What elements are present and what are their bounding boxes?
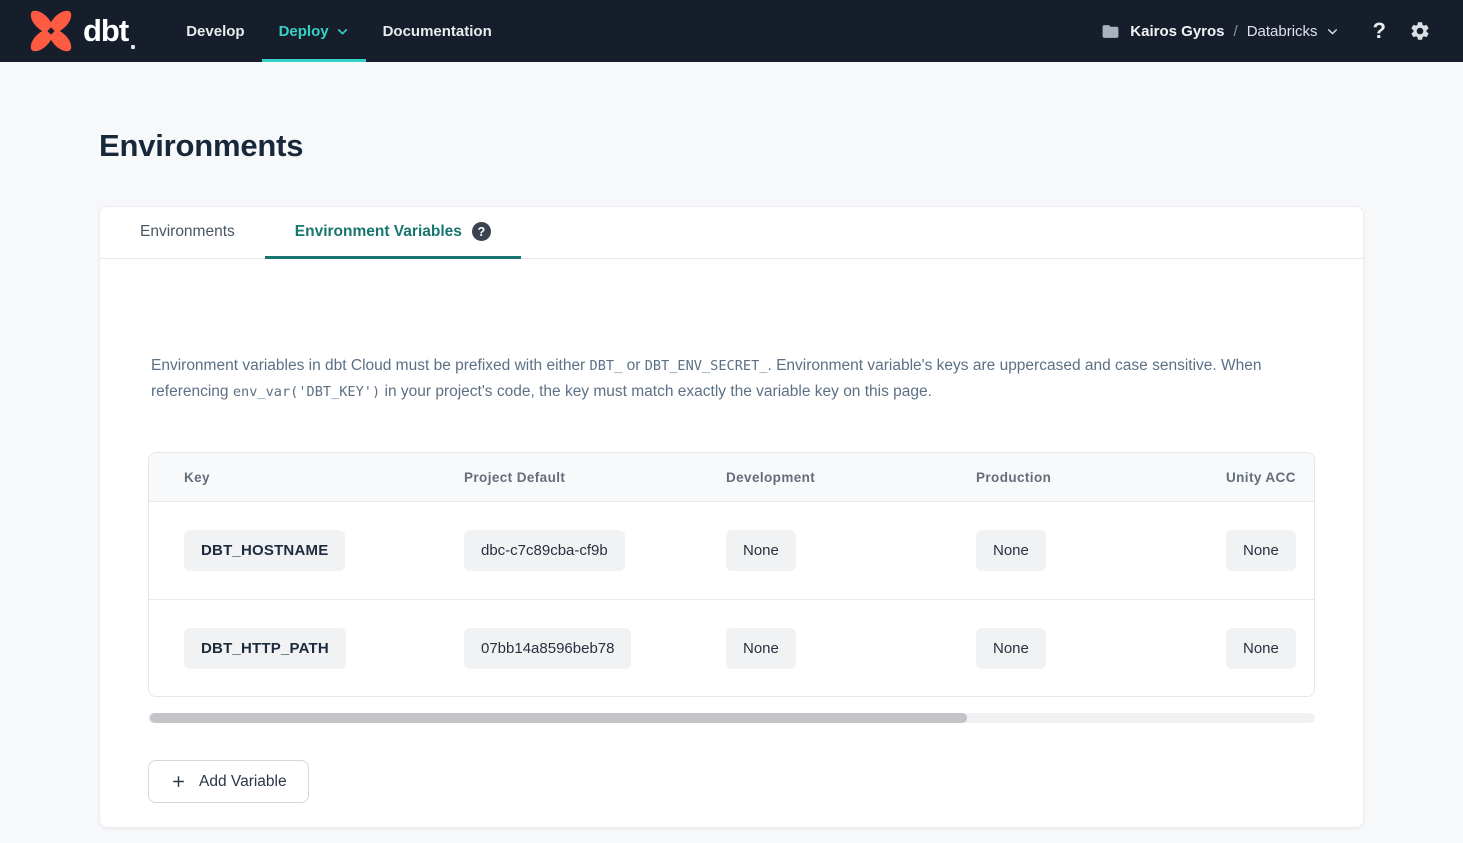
project-switcher[interactable]: Kairos Gyros / Databricks: [1101, 22, 1338, 41]
main-content: Environments Environments Environment Va…: [99, 128, 1364, 828]
development-value-chip[interactable]: None: [726, 530, 796, 571]
folder-icon: [1101, 22, 1120, 41]
project-separator: /: [1234, 23, 1238, 40]
variable-key-chip: DBT_HOSTNAME: [184, 530, 345, 571]
environments-card: Environments Environment Variables ? Env…: [99, 206, 1364, 828]
description-text: Environment variables in dbt Cloud must …: [151, 357, 590, 374]
top-navbar: dbt Develop Deploy Documentation Kairos …: [0, 0, 1463, 62]
development-value-chip[interactable]: None: [726, 628, 796, 669]
production-value-chip[interactable]: None: [976, 628, 1046, 669]
tab-environment-variables[interactable]: Environment Variables ?: [265, 207, 521, 259]
unity-acc-value-chip[interactable]: None: [1226, 530, 1296, 571]
horizontal-scrollbar-thumb[interactable]: [150, 713, 967, 723]
question-circle-icon[interactable]: ?: [472, 222, 491, 241]
tab-content: Environment variables in dbt Cloud must …: [100, 353, 1363, 803]
column-header-key: Key: [184, 470, 464, 485]
plus-icon: [170, 773, 187, 790]
chevron-down-icon: [1326, 25, 1339, 38]
variable-key-chip: DBT_HTTP_PATH: [184, 628, 346, 669]
table-row: DBT_HOSTNAME dbc-c7c89cba-cf9b None None…: [149, 502, 1314, 599]
column-header-project-default: Project Default: [464, 470, 726, 485]
nav-item-deploy[interactable]: Deploy: [262, 0, 366, 62]
table-row: DBT_HTTP_PATH 07bb14a8596beb78 None None…: [149, 599, 1314, 696]
nav-item-documentation[interactable]: Documentation: [366, 0, 509, 62]
help-icon[interactable]: ?: [1373, 20, 1386, 42]
column-header-production: Production: [976, 470, 1226, 485]
environment-variables-table: Key Project Default Development Producti…: [148, 452, 1315, 697]
connection-name: Databricks: [1247, 23, 1318, 40]
column-header-unity-acc: Unity ACC: [1226, 470, 1315, 485]
tab-environments-label: Environments: [140, 223, 235, 241]
main-nav: Develop Deploy Documentation: [169, 0, 509, 62]
nav-item-documentation-label: Documentation: [383, 23, 492, 40]
project-name: Kairos Gyros: [1130, 23, 1224, 40]
unity-acc-value-chip[interactable]: None: [1226, 628, 1296, 669]
production-value-chip[interactable]: None: [976, 530, 1046, 571]
dbt-logo[interactable]: dbt: [28, 0, 135, 62]
add-variable-label: Add Variable: [199, 773, 287, 791]
dbt-logo-text: dbt: [83, 13, 128, 49]
dbt-logo-trademark-dot: [131, 45, 135, 49]
chevron-down-icon: [336, 25, 349, 38]
nav-item-deploy-label: Deploy: [279, 23, 329, 40]
add-variable-button[interactable]: Add Variable: [148, 760, 309, 803]
page-title: Environments: [99, 128, 1364, 164]
project-default-value-chip[interactable]: dbc-c7c89cba-cf9b: [464, 530, 625, 571]
code-env-var-example: env_var('DBT_KEY'): [233, 384, 380, 400]
column-header-development: Development: [726, 470, 976, 485]
tab-environment-variables-label: Environment Variables: [295, 223, 462, 241]
description-text: or: [622, 357, 644, 374]
env-vars-description: Environment variables in dbt Cloud must …: [151, 353, 1315, 405]
table-header-row: Key Project Default Development Producti…: [149, 453, 1314, 502]
description-text: in your project's code, the key must mat…: [380, 383, 932, 400]
dbt-logo-icon: [28, 8, 74, 54]
horizontal-scrollbar-track[interactable]: [148, 713, 1315, 723]
code-dbt-prefix: DBT_: [590, 358, 623, 374]
code-dbt-env-secret-prefix: DBT_ENV_SECRET_: [645, 358, 768, 374]
nav-item-develop[interactable]: Develop: [169, 0, 261, 62]
project-default-value-chip[interactable]: 07bb14a8596beb78: [464, 628, 631, 669]
tab-environments[interactable]: Environments: [110, 207, 265, 259]
gear-icon[interactable]: [1409, 20, 1431, 42]
nav-item-develop-label: Develop: [186, 23, 244, 40]
tab-bar: Environments Environment Variables ?: [100, 207, 1363, 259]
navbar-right: Kairos Gyros / Databricks ?: [1101, 0, 1431, 62]
